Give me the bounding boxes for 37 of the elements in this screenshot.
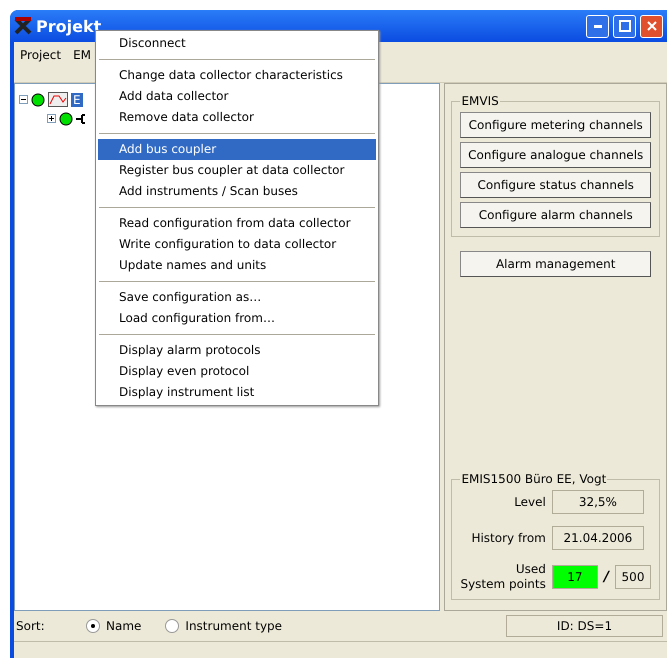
expand-icon[interactable] — [47, 114, 56, 123]
slash: / — [604, 568, 609, 585]
sort-radio[interactable]: Instrument type — [165, 619, 282, 633]
window-title: Projekt — [36, 16, 102, 36]
status-field: ID: DS=1 — [506, 615, 663, 637]
alarm-management-button[interactable]: Alarm management — [460, 251, 651, 277]
minimize-icon — [594, 24, 602, 28]
group-title: EMIS1500 Büro EE, Vogt — [460, 472, 608, 486]
sort-label: Sort: — [16, 619, 46, 633]
status-dot-icon — [59, 112, 73, 126]
maximize-button[interactable] — [613, 14, 636, 38]
app-logo-icon — [14, 17, 32, 35]
chart-icon — [48, 92, 68, 107]
used-points-label: Used System points — [460, 562, 546, 591]
configure-button[interactable]: Configure status channels — [460, 172, 651, 198]
total-points-value: 500 — [615, 564, 651, 589]
history-label: History from — [470, 531, 546, 546]
close-icon — [646, 20, 658, 32]
collapse-icon[interactable] — [19, 95, 28, 104]
level-value: 32,5% — [552, 490, 644, 514]
group-title: EMVIS — [460, 94, 500, 108]
menu-item[interactable]: EM — [73, 48, 91, 62]
sort-radio[interactable]: Name — [86, 619, 142, 633]
configure-button[interactable]: Configure alarm channels — [460, 202, 651, 228]
tree-item[interactable]: E — [71, 92, 83, 106]
maximize-icon — [618, 20, 630, 32]
close-button[interactable] — [640, 14, 663, 38]
status-dot-icon — [31, 92, 45, 106]
used-points-value: 17 — [552, 564, 598, 589]
plug-icon — [76, 112, 86, 124]
level-label: Level — [513, 495, 546, 510]
menu-item[interactable]: Add bus coupler — [98, 139, 376, 160]
history-value: 21.04.2006 — [552, 526, 644, 550]
menu-item[interactable]: Project — [20, 48, 62, 62]
configure-button[interactable]: Configure analogue channels — [460, 142, 651, 168]
configure-button[interactable]: Configure metering channels — [460, 112, 651, 138]
minimize-button[interactable] — [586, 14, 609, 38]
